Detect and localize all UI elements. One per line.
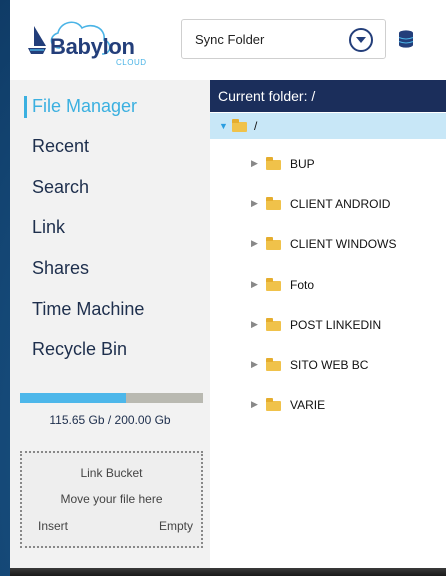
collapsed-arrow-icon[interactable]: ▶ xyxy=(251,359,258,370)
logo-text: Babylon xyxy=(50,34,135,59)
bucket-empty-button[interactable]: Empty xyxy=(159,519,193,533)
sidebar-item-shares[interactable]: Shares xyxy=(32,258,89,279)
folder-icon xyxy=(266,358,281,371)
folder-label: CLIENT WINDOWS xyxy=(290,237,397,251)
folder-label: POST LINKEDIN xyxy=(290,318,382,332)
database-icon[interactable] xyxy=(398,30,414,48)
window-bottom-edge xyxy=(10,568,446,576)
tree-folder-row[interactable]: ▶ CLIENT WINDOWS xyxy=(210,232,446,256)
babylon-logo[interactable]: Babylon CLOUD xyxy=(20,12,160,72)
collapsed-arrow-icon[interactable]: ▶ xyxy=(251,279,258,290)
folder-icon xyxy=(266,197,281,210)
sidebar-item-time-machine[interactable]: Time Machine xyxy=(32,299,144,320)
tree-folder-row[interactable]: ▶ SITO WEB BC xyxy=(210,353,446,377)
sidebar-item-search[interactable]: Search xyxy=(32,177,89,198)
tree-folder-row[interactable]: ▶ Foto xyxy=(210,273,446,297)
tree-folder-row[interactable]: ▶ POST LINKEDIN xyxy=(210,313,446,337)
current-folder-label: Current folder: / xyxy=(218,88,316,104)
tree-folder-row[interactable]: ▶ CLIENT ANDROID xyxy=(210,192,446,216)
sidebar-item-file-manager[interactable]: File Manager xyxy=(32,96,137,117)
folder-icon xyxy=(266,398,281,411)
sidebar-item-link[interactable]: Link xyxy=(32,217,65,238)
collapsed-arrow-icon[interactable]: ▶ xyxy=(251,238,258,249)
current-folder-bar: Current folder: / xyxy=(210,80,446,112)
bucket-hint: Move your file here xyxy=(60,492,163,506)
active-indicator xyxy=(24,96,27,118)
folder-icon xyxy=(266,237,281,250)
folder-icon xyxy=(232,119,247,132)
folder-label: Foto xyxy=(290,278,315,292)
collapsed-arrow-icon[interactable]: ▶ xyxy=(251,399,258,410)
folder-icon xyxy=(266,157,281,170)
storage-bar xyxy=(20,393,203,403)
storage-text: 115.65 Gb / 200.00 Gb xyxy=(49,413,171,427)
expanded-arrow-icon[interactable]: ▼ xyxy=(219,121,228,131)
bucket-insert-button[interactable]: Insert xyxy=(38,519,68,533)
tree-folder-row[interactable]: ▶ BUP xyxy=(210,152,446,176)
header: Babylon CLOUD Sync Folder xyxy=(10,0,446,80)
folder-label: VARIE xyxy=(290,398,326,412)
folder-icon xyxy=(266,318,281,331)
tree-root-label: / xyxy=(254,119,258,133)
folder-label: SITO WEB BC xyxy=(290,358,369,372)
folder-label: BUP xyxy=(290,157,315,171)
file-tree-panel: Current folder: / ▼ / ▶ BUP ▶ CLIENT ANDROI… xyxy=(210,80,446,568)
sidebar: File Manager Recent Search Link Shares T… xyxy=(10,80,210,568)
storage-bar-fill xyxy=(20,393,126,403)
sync-folder-label: Sync Folder xyxy=(195,32,265,47)
sidebar-item-recent[interactable]: Recent xyxy=(32,136,89,157)
logo-subtext: CLOUD xyxy=(116,58,147,67)
tree-root-row[interactable]: ▼ / xyxy=(210,113,446,139)
folder-icon xyxy=(266,278,281,291)
tree-folder-row[interactable]: ▶ VARIE xyxy=(210,393,446,417)
collapsed-arrow-icon[interactable]: ▶ xyxy=(251,158,258,169)
folder-label: CLIENT ANDROID xyxy=(290,197,391,211)
link-bucket[interactable]: Link Bucket Move your file here Insert E… xyxy=(20,451,203,548)
chevron-down-icon[interactable] xyxy=(349,28,373,52)
sync-folder-select[interactable]: Sync Folder xyxy=(181,19,386,59)
collapsed-arrow-icon[interactable]: ▶ xyxy=(251,198,258,209)
bucket-title: Link Bucket xyxy=(80,466,143,480)
app-window: Babylon CLOUD Sync Folder File Manager R… xyxy=(10,0,446,568)
sidebar-item-recycle-bin[interactable]: Recycle Bin xyxy=(32,339,127,360)
collapsed-arrow-icon[interactable]: ▶ xyxy=(251,319,258,330)
